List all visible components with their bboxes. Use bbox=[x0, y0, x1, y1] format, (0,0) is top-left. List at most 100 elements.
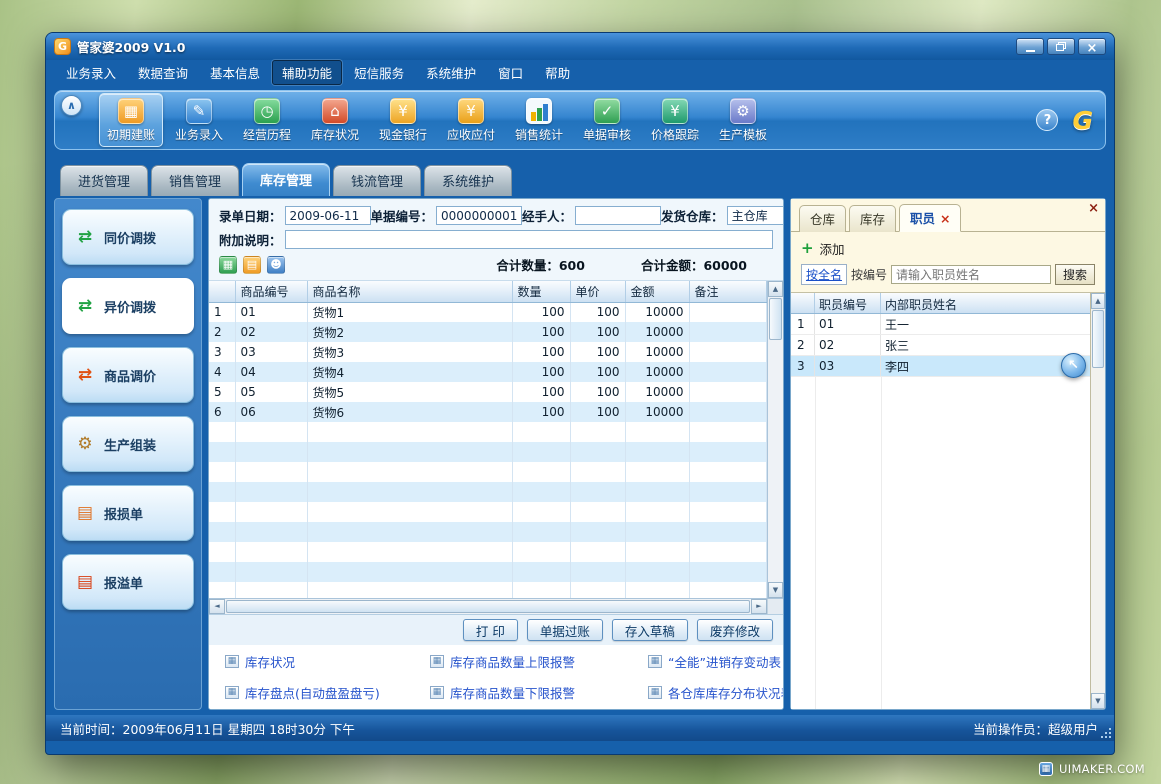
scroll-up-icon[interactable] bbox=[768, 281, 783, 297]
scroll-track[interactable] bbox=[768, 341, 783, 582]
goods-row[interactable]: 4 04 货物4 100 100 10000 bbox=[209, 362, 766, 382]
toolbar-item[interactable]: 单据审核 bbox=[575, 93, 639, 147]
help-icon[interactable] bbox=[1036, 109, 1058, 131]
note-input[interactable] bbox=[285, 230, 773, 249]
menu-item[interactable]: 辅助功能 bbox=[272, 60, 342, 85]
module-tab[interactable]: 销售管理 bbox=[151, 165, 239, 196]
toolbar-item[interactable]: 应收应付 bbox=[439, 93, 503, 147]
quick-link[interactable]: 库存盘点(自动盘盈盘亏) bbox=[225, 683, 430, 702]
menu-item[interactable]: 帮助 bbox=[535, 60, 580, 85]
staff-row[interactable]: 2 02 张三 bbox=[791, 335, 1090, 356]
sidebar-item[interactable]: 商品调价 bbox=[62, 347, 194, 403]
module-tab[interactable]: 库存管理 bbox=[242, 163, 330, 196]
sidebar-item[interactable]: 报溢单 bbox=[62, 554, 194, 610]
lookup-tab-label: 库存 bbox=[860, 212, 885, 227]
toolbar-item[interactable]: 库存状况 bbox=[303, 93, 367, 147]
person-icon[interactable] bbox=[267, 256, 285, 274]
quick-link[interactable]: 库存商品数量上限报警 bbox=[430, 652, 648, 671]
horizontal-scroll-thumb[interactable] bbox=[226, 600, 750, 613]
menu-item[interactable]: 系统维护 bbox=[416, 60, 486, 85]
sidebar-item[interactable]: 生产组装 bbox=[62, 416, 194, 472]
resize-grip[interactable] bbox=[1100, 727, 1112, 739]
cursor-pointer-icon bbox=[1061, 353, 1086, 378]
minimize-icon bbox=[1026, 50, 1035, 52]
toolbar-item[interactable]: 销售统计 bbox=[507, 93, 571, 147]
staff-scroll-track[interactable] bbox=[1091, 369, 1105, 693]
minimize-button[interactable] bbox=[1016, 38, 1044, 55]
handler-input[interactable] bbox=[575, 206, 661, 225]
sidebar-item[interactable]: 异价调拨 bbox=[62, 278, 194, 334]
record-date-input[interactable] bbox=[285, 206, 371, 225]
menu-item[interactable]: 窗口 bbox=[488, 60, 533, 85]
toolbar-item-label: 单据审核 bbox=[583, 126, 631, 143]
quick-link[interactable]: 库存状况 bbox=[225, 652, 430, 671]
lookup-tab-label: 仓库 bbox=[810, 212, 835, 227]
scroll-thumb[interactable] bbox=[769, 298, 782, 340]
toolbar-item[interactable]: 经营历程 bbox=[235, 93, 299, 147]
sidebar-item[interactable]: 同价调拨 bbox=[62, 209, 194, 265]
quick-link[interactable]: “全能”进销存变动表 bbox=[648, 652, 784, 671]
goods-row[interactable]: 3 03 货物3 100 100 10000 bbox=[209, 342, 766, 362]
toolbar-item[interactable]: 现金银行 bbox=[371, 93, 435, 147]
toolbar-item[interactable]: 价格跟踪 bbox=[643, 93, 707, 147]
restore-button[interactable] bbox=[1047, 38, 1075, 55]
sidebar: 同价调拨 异价调拨 商品调价 生产组装 bbox=[54, 198, 202, 710]
scroll-left-icon[interactable] bbox=[209, 599, 225, 614]
close-button[interactable] bbox=[1078, 38, 1106, 55]
document-form: 录单日期： 单据编号： 经手人： 发货仓库： bbox=[209, 199, 783, 281]
filter-by-name-toggle[interactable]: 按全名 bbox=[801, 264, 847, 285]
scroll-right-icon[interactable] bbox=[751, 599, 767, 614]
total-amount-value: 60000 bbox=[703, 258, 747, 273]
sheet-green-icon[interactable] bbox=[219, 256, 237, 274]
goods-row[interactable]: 2 02 货物2 100 100 10000 bbox=[209, 322, 766, 342]
menu-item[interactable]: 短信服务 bbox=[344, 60, 414, 85]
staff-scroll-down-icon[interactable] bbox=[1091, 693, 1105, 709]
title-bar[interactable]: 管家婆2009 V1.0 bbox=[46, 33, 1114, 60]
menu-item[interactable]: 业务录入 bbox=[56, 60, 126, 85]
menu-item[interactable]: 基本信息 bbox=[200, 60, 270, 85]
toolbar-collapse-button[interactable] bbox=[61, 95, 82, 116]
staff-row[interactable]: 1 01 王一 bbox=[791, 314, 1090, 335]
same-price-transfer-icon bbox=[73, 229, 97, 246]
menu-item[interactable]: 数据查询 bbox=[128, 60, 198, 85]
lookup-tabs: 仓库 库存 职员 bbox=[791, 204, 1105, 232]
toolbar-item[interactable]: 生产模板 bbox=[711, 93, 775, 147]
goods-horizontal-scrollbar bbox=[209, 598, 783, 614]
lookup-tab[interactable]: 仓库 bbox=[799, 205, 846, 232]
add-plus-icon[interactable] bbox=[801, 241, 814, 256]
module-tab[interactable]: 进货管理 bbox=[60, 165, 148, 196]
panel-close-icon[interactable] bbox=[1088, 201, 1099, 216]
toolbar-item[interactable]: 业务录入 bbox=[167, 93, 231, 147]
lookup-tab[interactable]: 库存 bbox=[849, 205, 896, 232]
toolbar-item[interactable]: 初期建账 bbox=[99, 93, 163, 147]
action-button[interactable]: 打 印 bbox=[463, 619, 518, 641]
tab-close-icon[interactable] bbox=[940, 211, 950, 226]
warehouse-input[interactable] bbox=[727, 206, 784, 225]
status-bar: 当前时间：2009年06月11日 星期四 18时30分 下午 当前操作员：超级用… bbox=[46, 715, 1114, 741]
staff-scroll-thumb[interactable] bbox=[1092, 310, 1104, 368]
goods-row[interactable]: 1 01 货物1 100 100 10000 bbox=[209, 302, 766, 322]
calc-orange-icon[interactable] bbox=[243, 256, 261, 274]
action-button[interactable]: 废弃修改 bbox=[697, 619, 773, 641]
quick-link[interactable]: 库存商品数量下限报警 bbox=[430, 683, 648, 702]
scroll-down-icon[interactable] bbox=[768, 582, 783, 598]
filter-by-code-toggle[interactable]: 按编号 bbox=[851, 266, 887, 283]
staff-search-input[interactable] bbox=[891, 265, 1051, 284]
action-button[interactable]: 单据过账 bbox=[527, 619, 603, 641]
goods-row[interactable]: 6 06 货物6 100 100 10000 bbox=[209, 402, 766, 422]
search-button[interactable]: 搜索 bbox=[1055, 264, 1095, 285]
goods-row[interactable]: 5 05 货物5 100 100 10000 bbox=[209, 382, 766, 402]
staff-scroll-up-icon[interactable] bbox=[1091, 293, 1105, 309]
add-label[interactable]: 添加 bbox=[820, 239, 845, 258]
quick-link-label: 库存商品数量上限报警 bbox=[450, 652, 575, 671]
module-tab[interactable]: 钱流管理 bbox=[333, 165, 421, 196]
staff-row[interactable]: 3 03 李四 bbox=[791, 356, 1090, 377]
module-tab[interactable]: 系统维护 bbox=[424, 165, 512, 196]
goods-empty-row bbox=[209, 462, 766, 482]
action-button[interactable]: 存入草稿 bbox=[612, 619, 688, 641]
quick-link[interactable]: 各仓库库存分布状况表 bbox=[648, 683, 784, 702]
handler-label: 经手人： bbox=[522, 206, 572, 225]
sidebar-item[interactable]: 报损单 bbox=[62, 485, 194, 541]
doc-no-input[interactable] bbox=[436, 206, 522, 225]
lookup-tab[interactable]: 职员 bbox=[899, 204, 962, 232]
